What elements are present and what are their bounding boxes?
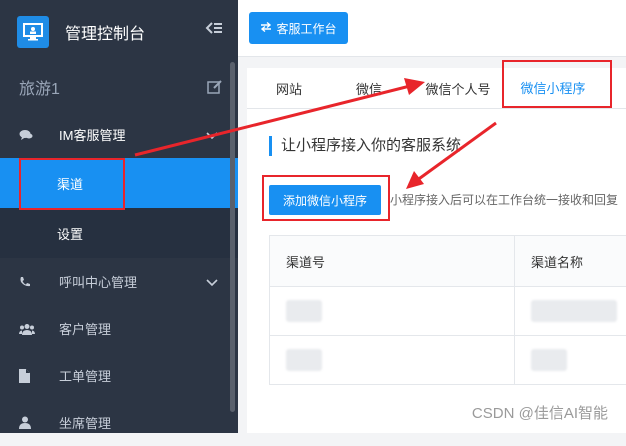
table-row[interactable] xyxy=(270,336,626,385)
edit-icon[interactable] xyxy=(207,79,223,100)
menu-group-label: 呼叫中心管理 xyxy=(59,275,138,290)
table-row[interactable] xyxy=(270,287,626,336)
blurred-value xyxy=(286,349,322,371)
menu-group-tickets[interactable]: 工单管理 xyxy=(0,352,238,399)
menu-group-label: 工单管理 xyxy=(59,369,112,384)
channel-table: 渠道号 渠道名称 xyxy=(269,235,626,385)
column-header-channel-id: 渠道号 xyxy=(270,236,515,286)
tenant-name: 旅游1 xyxy=(19,81,60,98)
menu-group-agents[interactable]: 坐席管理 xyxy=(0,399,238,446)
chevron-down-icon xyxy=(206,274,218,292)
main-content: 网站 微信 微信个人号 微信小程序 让小程序接入你的客服系统 添加微信小程序 小… xyxy=(247,68,626,433)
sidebar: 管理控制台 旅游1 IM客服管理 渠道 设置 呼叫中心管理 客户管理 工单管理 … xyxy=(0,0,238,433)
table-cell xyxy=(270,336,515,384)
brand-header: 管理控制台 xyxy=(0,0,238,63)
sidebar-scrollbar[interactable] xyxy=(230,62,235,412)
menu-group-im[interactable]: IM客服管理 xyxy=(0,111,238,158)
blurred-value xyxy=(531,300,617,322)
brand-title: 管理控制台 xyxy=(65,25,146,43)
table-cell xyxy=(515,287,626,335)
column-header-channel-name: 渠道名称 xyxy=(531,254,584,270)
menu-group-call-center[interactable]: 呼叫中心管理 xyxy=(0,258,238,305)
highlight-box-miniprogram-tab xyxy=(502,60,612,108)
tab-website[interactable]: 网站 xyxy=(259,68,319,108)
swap-icon xyxy=(260,21,272,35)
blurred-value xyxy=(286,300,322,322)
sidebar-item-settings[interactable]: 设置 xyxy=(0,208,238,258)
user-icon xyxy=(19,416,35,429)
table-cell xyxy=(270,287,515,335)
menu-group-label: IM客服管理 xyxy=(59,128,126,143)
menu-group-label: 客户管理 xyxy=(59,322,112,337)
menu-group-customers[interactable]: 客户管理 xyxy=(0,305,238,352)
chevron-down-icon xyxy=(206,127,218,145)
sidebar-item-label: 设置 xyxy=(57,226,84,242)
blurred-value xyxy=(531,349,567,371)
table-header-row: 渠道号 渠道名称 xyxy=(270,236,626,287)
tab-wechat[interactable]: 微信 xyxy=(339,68,399,108)
tenant-row: 旅游1 xyxy=(0,63,238,111)
highlight-box-channels xyxy=(19,158,125,210)
table-cell xyxy=(515,336,626,384)
menu-group-label: 坐席管理 xyxy=(59,416,112,431)
agent-workbench-button[interactable]: 客服工作台 xyxy=(249,12,348,44)
chat-icon xyxy=(19,129,35,141)
console-logo-icon xyxy=(17,15,49,48)
tab-wechat-personal[interactable]: 微信个人号 xyxy=(417,68,499,108)
highlight-box-add-button xyxy=(262,175,390,221)
workbench-label: 客服工作台 xyxy=(276,21,337,36)
hint-text: 小程序接入后可以在工作台统一接收和回复 xyxy=(390,193,619,207)
users-icon xyxy=(19,323,35,335)
collapse-sidebar-icon[interactable] xyxy=(205,21,223,40)
watermark: CSDN @佳信AI智能 xyxy=(471,405,608,422)
phone-icon xyxy=(19,276,35,288)
section-title: 让小程序接入你的客服系统 xyxy=(269,136,461,156)
top-bar: 客服工作台 xyxy=(238,0,626,57)
document-icon xyxy=(19,368,35,383)
